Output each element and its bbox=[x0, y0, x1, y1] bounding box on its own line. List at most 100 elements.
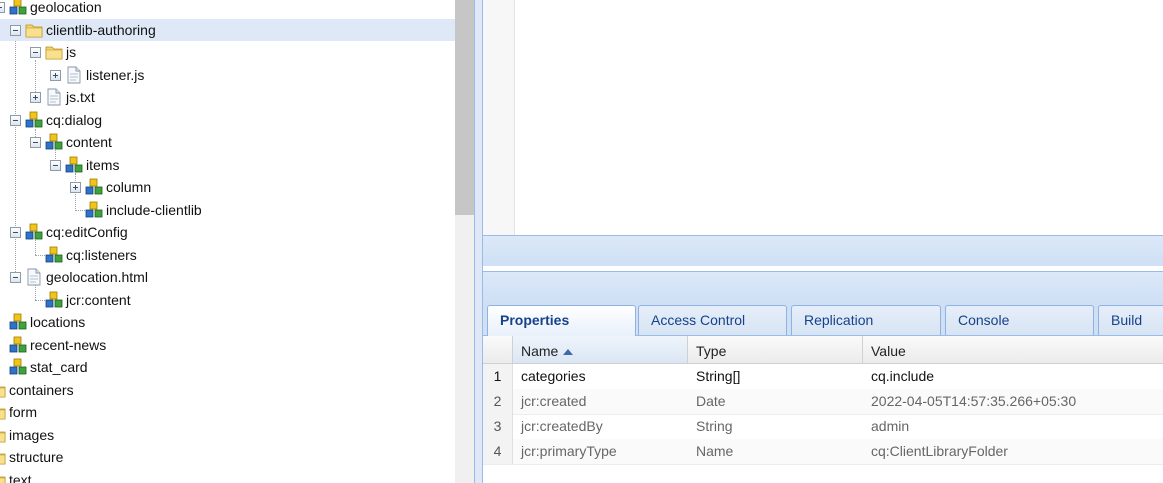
sort-ascending-icon bbox=[563, 349, 574, 355]
column-header-label: Type bbox=[696, 343, 727, 359]
tree-node-locations[interactable]: locations bbox=[0, 311, 85, 333]
tree-node-items[interactable]: items bbox=[50, 154, 119, 176]
tree-node-js[interactable]: js bbox=[30, 41, 76, 63]
component-icon bbox=[85, 201, 103, 219]
tree-node-structure[interactable]: structure bbox=[0, 446, 63, 468]
tab-build-info[interactable]: Build Info bbox=[1098, 305, 1163, 335]
tree-node-label: locations bbox=[30, 314, 86, 330]
tree-node-label: stat_card bbox=[30, 359, 88, 375]
component-icon bbox=[45, 246, 63, 264]
row-number: 3 bbox=[483, 414, 513, 439]
row-number: 1 bbox=[483, 364, 513, 389]
table-row[interactable]: 1 categories String[] cq.include bbox=[483, 364, 1163, 390]
tree-node-label: js.txt bbox=[66, 89, 95, 105]
tree-node-clientlib-authoring[interactable]: clientlib-authoring bbox=[0, 19, 455, 41]
scrollbar-thumb[interactable] bbox=[455, 0, 474, 215]
collapse-toggle-icon[interactable] bbox=[30, 136, 41, 148]
code-editor[interactable] bbox=[483, 0, 1163, 237]
collapse-toggle-icon[interactable] bbox=[50, 159, 61, 171]
tree-node-label: column bbox=[106, 179, 152, 195]
toggle-spacer bbox=[0, 317, 5, 328]
tree-node-label: form bbox=[9, 404, 37, 420]
tree-node-jcr-content[interactable]: jcr:content bbox=[30, 289, 131, 311]
collapse-toggle-icon[interactable] bbox=[10, 24, 21, 36]
row-number: 2 bbox=[483, 389, 513, 414]
tab-replication[interactable]: Replication bbox=[791, 305, 941, 335]
expand-toggle-icon[interactable] bbox=[30, 91, 41, 103]
tree-node-text[interactable]: text bbox=[0, 469, 32, 483]
toggle-spacer bbox=[70, 205, 81, 216]
tree-node-listener-js[interactable]: listener.js bbox=[50, 64, 144, 86]
tree-node-geolocation-html[interactable]: geolocation.html bbox=[10, 266, 148, 288]
tree-node-label: cq:listeners bbox=[66, 247, 137, 263]
tree-node-images[interactable]: images bbox=[0, 424, 54, 446]
tab-console[interactable]: Console bbox=[945, 305, 1094, 335]
component-icon bbox=[45, 133, 63, 151]
tree-scrollbar[interactable] bbox=[455, 0, 474, 483]
folder-icon bbox=[0, 381, 6, 399]
tab-properties[interactable]: Properties bbox=[487, 305, 636, 336]
tree-node-label: js bbox=[66, 44, 77, 60]
tree-node-containers[interactable]: containers bbox=[0, 379, 74, 401]
property-name[interactable]: jcr:primaryType bbox=[513, 439, 688, 464]
tree-node-form[interactable]: form bbox=[0, 401, 37, 423]
toggle-spacer bbox=[0, 362, 5, 373]
tree-node-column[interactable]: column bbox=[70, 176, 151, 198]
property-type[interactable]: Name bbox=[688, 439, 863, 464]
tree-node-content[interactable]: content bbox=[30, 131, 112, 153]
folder-icon bbox=[45, 43, 63, 61]
tab-bar: Properties Access Control Replication Co… bbox=[483, 301, 1163, 336]
tree-node-cq-editconfig[interactable]: cq:editConfig bbox=[10, 221, 128, 243]
component-icon bbox=[45, 291, 63, 309]
collapse-toggle-icon[interactable] bbox=[10, 114, 21, 126]
tree-node-label: geolocation.html bbox=[46, 269, 148, 285]
file-icon bbox=[25, 268, 43, 286]
property-type[interactable]: String bbox=[688, 414, 863, 439]
panel-splitter[interactable] bbox=[474, 0, 483, 483]
grid-header: Name Type Value bbox=[483, 336, 1163, 364]
toggle-spacer bbox=[0, 340, 5, 351]
collapse-toggle-icon[interactable] bbox=[30, 46, 41, 58]
table-row[interactable]: 2 jcr:created Date 2022-04-05T14:57:35.2… bbox=[483, 389, 1163, 415]
tree-node-js-txt[interactable]: js.txt bbox=[30, 86, 95, 108]
tree-node-label: clientlib-authoring bbox=[46, 22, 156, 38]
component-icon bbox=[85, 178, 103, 196]
property-name[interactable]: jcr:created bbox=[513, 389, 688, 414]
column-header-name[interactable]: Name bbox=[513, 336, 688, 363]
row-number: 4 bbox=[483, 439, 513, 464]
tree-node-label: cq:dialog bbox=[46, 112, 103, 128]
expand-toggle-icon[interactable] bbox=[50, 69, 61, 81]
table-row[interactable]: 4 jcr:primaryType Name cq:ClientLibraryF… bbox=[483, 439, 1163, 465]
tree-node-geolocation[interactable]: geolocation bbox=[0, 0, 455, 18]
tree-node-recent-news[interactable]: recent-news bbox=[0, 334, 106, 356]
tree-node-include-clientlib[interactable]: include-clientlib bbox=[70, 199, 202, 221]
component-icon bbox=[9, 313, 27, 331]
column-header-type[interactable]: Type bbox=[688, 336, 863, 363]
collapse-toggle-icon[interactable] bbox=[10, 271, 21, 283]
property-name[interactable]: categories bbox=[513, 364, 688, 389]
tree-node-label: include-clientlib bbox=[106, 202, 202, 218]
component-icon bbox=[9, 336, 27, 354]
expand-toggle-icon[interactable] bbox=[70, 181, 81, 193]
tab-access-control[interactable]: Access Control bbox=[638, 305, 787, 335]
column-header-label: Value bbox=[871, 343, 906, 359]
component-icon bbox=[9, 358, 27, 376]
property-type[interactable]: Date bbox=[688, 389, 863, 414]
property-value[interactable]: 2022-04-05T14:57:35.266+05:30 bbox=[863, 389, 1163, 414]
property-value[interactable]: cq.include bbox=[863, 364, 1163, 389]
property-name[interactable]: jcr:createdBy bbox=[513, 414, 688, 439]
tree-node-label: content bbox=[66, 134, 112, 150]
table-row[interactable]: 3 jcr:createdBy String admin bbox=[483, 414, 1163, 440]
property-value[interactable]: admin bbox=[863, 414, 1163, 439]
tree-node-cq-listeners[interactable]: cq:listeners bbox=[30, 244, 137, 266]
properties-panel-header bbox=[483, 271, 1163, 302]
collapse-toggle-icon[interactable] bbox=[10, 226, 21, 238]
property-value[interactable]: cq:ClientLibraryFolder bbox=[863, 439, 1163, 464]
column-header-value[interactable]: Value bbox=[863, 336, 1163, 363]
folder-icon bbox=[0, 448, 6, 466]
property-type[interactable]: String[] bbox=[688, 364, 863, 389]
tree-node-stat-card[interactable]: stat_card bbox=[0, 356, 88, 378]
tree-node-label: items bbox=[86, 157, 120, 173]
tree-node-cq-dialog[interactable]: cq:dialog bbox=[10, 109, 102, 131]
collapse-toggle-icon[interactable] bbox=[0, 1, 5, 13]
